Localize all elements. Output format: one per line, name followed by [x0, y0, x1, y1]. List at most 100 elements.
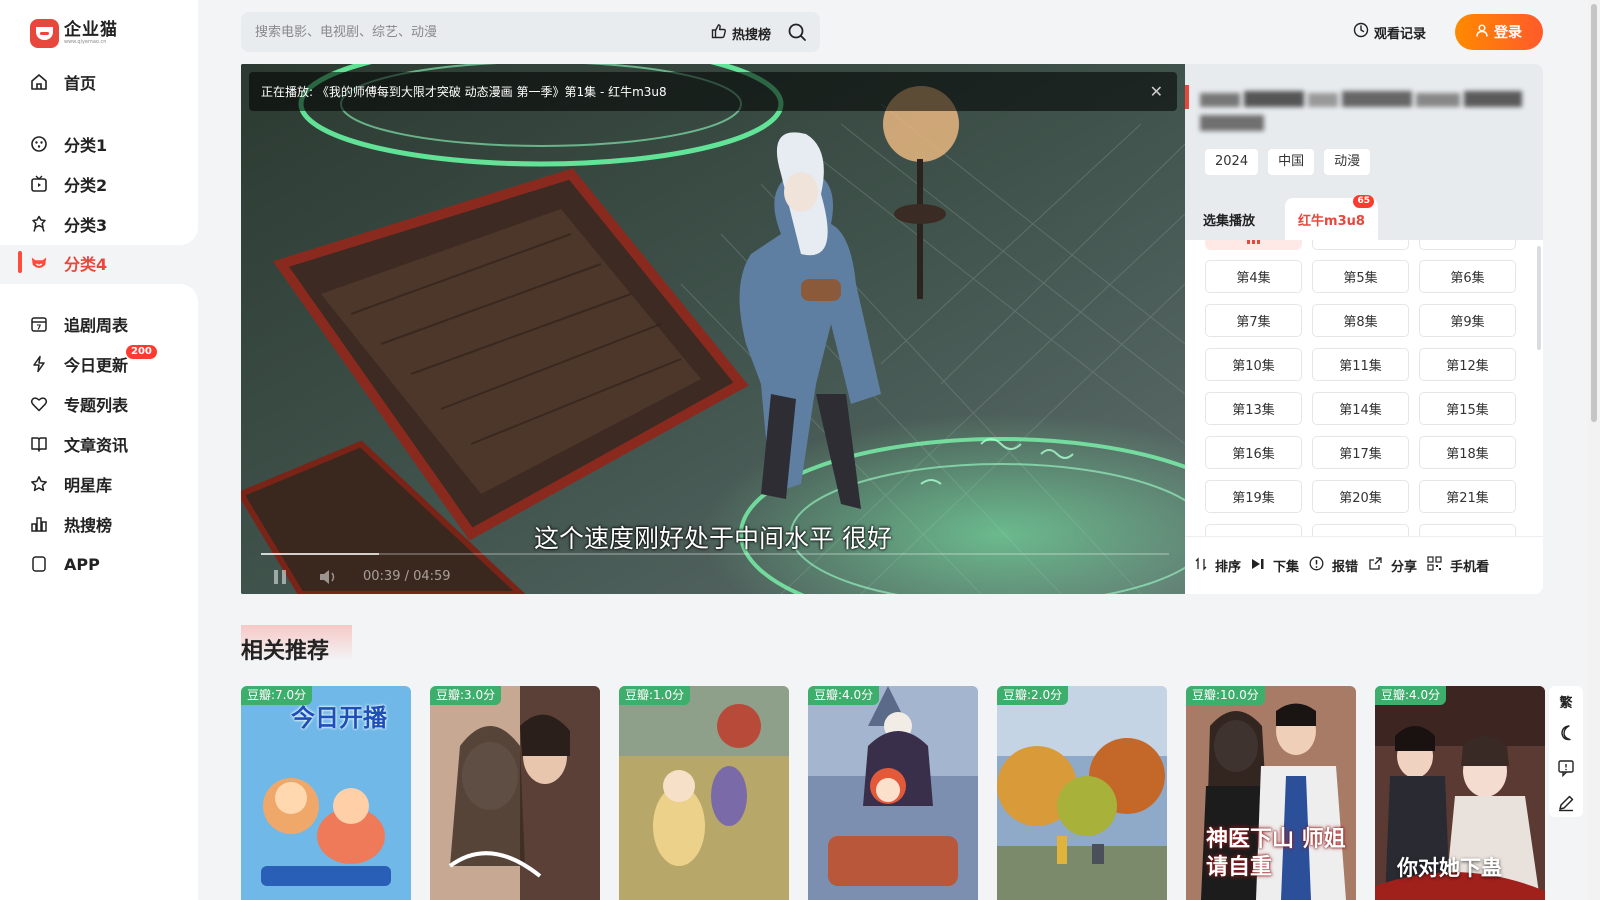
- episode-item[interactable]: 第17集: [1312, 436, 1409, 469]
- episode-item[interactable]: 第13集: [1205, 392, 1302, 425]
- cat-logo-icon: [30, 19, 59, 48]
- clock-icon: [1353, 22, 1369, 42]
- playing-episode[interactable]: [1205, 240, 1302, 250]
- sidebar-item-category4[interactable]: 分类4: [30, 251, 107, 275]
- episode-item[interactable]: 第18集: [1419, 436, 1516, 469]
- episode-item[interactable]: 第14集: [1312, 392, 1409, 425]
- related-card[interactable]: 今日开播 豆瓣:7.0分: [241, 686, 411, 900]
- category-icon: [30, 135, 48, 153]
- episode-item[interactable]: [1312, 524, 1409, 536]
- tag-year[interactable]: 2024: [1205, 149, 1259, 175]
- sidebar-item-label: APP: [64, 554, 100, 574]
- episode-item[interactable]: 第21集: [1419, 480, 1516, 513]
- site-logo[interactable]: 企业猫 www.qiyemao.cn: [30, 19, 118, 48]
- tv-icon: [30, 175, 48, 193]
- tag-genre[interactable]: 动漫: [1324, 149, 1371, 175]
- video-subtitle: 这个速度刚好处于中间水平 很好: [534, 524, 892, 553]
- episode-item[interactable]: 第10集: [1205, 348, 1302, 381]
- tab-episodes[interactable]: 选集播放: [1203, 210, 1255, 229]
- next-episode-label: 下集: [1273, 560, 1300, 575]
- related-card[interactable]: 豆瓣:3.0分: [430, 686, 600, 900]
- sidebar-item-weekly[interactable]: 7 追剧周表: [30, 312, 128, 336]
- floating-toolbar: 繁: [1549, 686, 1583, 817]
- episode-scrollbar[interactable]: [1537, 246, 1541, 350]
- sidebar-item-hot[interactable]: 热搜榜: [30, 512, 112, 536]
- episode-item[interactable]: 第8集: [1312, 304, 1409, 337]
- poster-title: 你对她下蛊: [1397, 856, 1502, 880]
- progress-bar[interactable]: [261, 553, 1169, 555]
- episode-item[interactable]: [1419, 524, 1516, 536]
- tag-region[interactable]: 中国: [1268, 149, 1315, 175]
- related-card[interactable]: 神医下山 师姐请自重 豆瓣:10.0分: [1186, 686, 1356, 900]
- related-card[interactable]: 你对她下蛊 豆瓣:4.0分: [1375, 686, 1545, 900]
- star-icon: [30, 475, 48, 493]
- report-button[interactable]: 报错: [1309, 556, 1358, 575]
- login-button[interactable]: 登录: [1455, 14, 1543, 50]
- badge-icon: [30, 215, 48, 233]
- episode-list: 第4集 第5集 第6集 第7集 第8集 第9集 第10集 第11集 第12集 第…: [1185, 240, 1543, 536]
- episode-item[interactable]: [1419, 240, 1516, 250]
- sidebar-item-today-update[interactable]: 今日更新: [30, 352, 128, 376]
- douban-score: 豆瓣:4.0分: [808, 686, 880, 705]
- episode-item[interactable]: 第7集: [1205, 304, 1302, 337]
- tag-list: 2024 中国 动漫: [1205, 149, 1371, 175]
- watch-history-link[interactable]: 观看记录: [1353, 22, 1426, 42]
- title-marker: [1185, 85, 1189, 109]
- tab-source[interactable]: 红牛m3u8 65: [1285, 195, 1378, 240]
- edit-icon[interactable]: [1557, 794, 1575, 816]
- episode-item[interactable]: 第5集: [1312, 260, 1409, 293]
- episode-item[interactable]: 第6集: [1419, 260, 1516, 293]
- poster-image: [808, 686, 978, 900]
- douban-score: 豆瓣:4.0分: [1375, 686, 1447, 705]
- now-playing-text: 正在播放: 《我的师傅每到大限才突破 动态漫画 第一季》第1集 - 红牛m3u8: [261, 85, 667, 99]
- page-scrollbar-thumb[interactable]: [1591, 4, 1597, 422]
- mobile-watch-button[interactable]: 手机看: [1427, 556, 1489, 575]
- share-button[interactable]: 分享: [1368, 556, 1417, 575]
- sidebar-item-app[interactable]: APP: [30, 552, 100, 576]
- volume-icon[interactable]: [319, 569, 337, 585]
- sidebar-item-articles[interactable]: 文章资讯: [30, 432, 128, 456]
- related-card[interactable]: 豆瓣:1.0分: [619, 686, 789, 900]
- search-input[interactable]: [255, 12, 685, 52]
- feedback-icon[interactable]: [1557, 759, 1575, 781]
- episode-item[interactable]: 第12集: [1419, 348, 1516, 381]
- episode-item[interactable]: [1205, 524, 1302, 536]
- page-scrollbar[interactable]: [1588, 0, 1600, 900]
- anime-icon: [30, 254, 48, 272]
- sidebar-item-stars[interactable]: 明星库: [30, 472, 112, 496]
- next-episode-button[interactable]: 下集: [1251, 556, 1299, 575]
- episode-item[interactable]: 第9集: [1419, 304, 1516, 337]
- sidebar-item-category1[interactable]: 分类1: [30, 132, 107, 156]
- warning-icon: [1309, 556, 1324, 575]
- sidebar-item-topics[interactable]: 专题列表: [30, 392, 128, 416]
- sidebar-item-home[interactable]: 首页: [30, 70, 96, 94]
- video-frame: [241, 64, 1185, 594]
- hot-search-link[interactable]: 热搜榜: [711, 23, 771, 43]
- close-icon[interactable]: ✕: [1150, 82, 1163, 101]
- related-card[interactable]: 豆瓣:2.0分: [997, 686, 1167, 900]
- player-actions: 排序 下集 报错 分享 手机看: [1185, 536, 1543, 594]
- sidebar-item-category2[interactable]: 分类2: [30, 172, 107, 196]
- episode-item[interactable]: 第16集: [1205, 436, 1302, 469]
- episode-item[interactable]: 第11集: [1312, 348, 1409, 381]
- episode-item[interactable]: 第15集: [1419, 392, 1516, 425]
- pause-icon[interactable]: [273, 569, 287, 585]
- episode-item[interactable]: [1312, 240, 1409, 250]
- sort-button[interactable]: 排序: [1195, 556, 1241, 575]
- related-card[interactable]: 豆瓣:4.0分: [808, 686, 978, 900]
- progress-fill: [261, 553, 380, 555]
- share-label: 分享: [1391, 560, 1418, 575]
- episode-item[interactable]: 第20集: [1312, 480, 1409, 513]
- episode-item[interactable]: 第4集: [1205, 260, 1302, 293]
- moon-icon[interactable]: [1557, 724, 1575, 746]
- traditional-chinese-toggle[interactable]: 繁: [1559, 692, 1572, 711]
- heart-icon: [30, 395, 48, 413]
- source-count-badge: 65: [1353, 195, 1374, 208]
- sidebar: 企业猫 www.qiyemao.cn 首页 分类1 分类2 分类3 分类4 7 …: [0, 0, 198, 900]
- sidebar-item-category3[interactable]: 分类3: [30, 212, 107, 236]
- episode-item[interactable]: 第19集: [1205, 480, 1302, 513]
- video-player[interactable]: 正在播放: 《我的师傅每到大限才突破 动态漫画 第一季》第1集 - 红牛m3u8…: [241, 64, 1185, 594]
- report-label: 报错: [1332, 560, 1359, 575]
- search-icon[interactable]: [787, 22, 807, 46]
- poster-image: [430, 686, 600, 900]
